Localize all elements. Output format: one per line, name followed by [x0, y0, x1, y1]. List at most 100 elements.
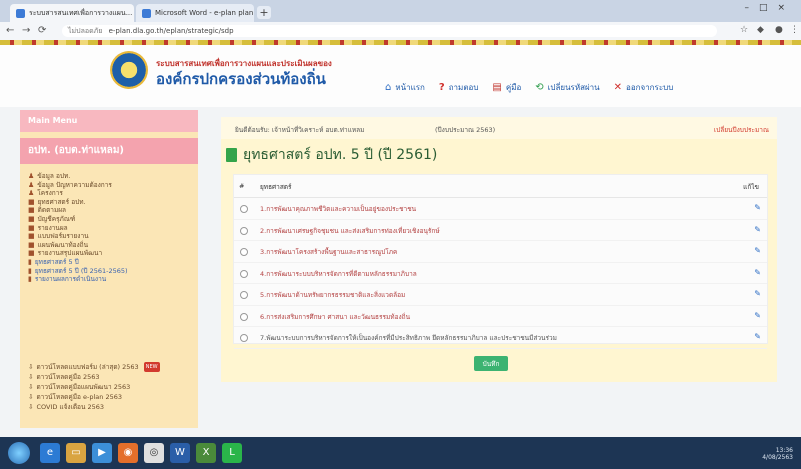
tab-favicon-icon: [16, 8, 25, 18]
account-icon[interactable]: ●: [775, 25, 783, 35]
nav-logout[interactable]: ✕ ออกจากระบบ: [614, 81, 674, 94]
report-icon: ■: [28, 214, 35, 223]
change-year-link[interactable]: เปลี่ยนปีงบประมาณ: [714, 125, 769, 135]
system-tray[interactable]: 13:36 4/08/2563: [762, 447, 793, 461]
row-radio[interactable]: [240, 269, 248, 278]
help-icon: ?: [438, 82, 445, 93]
start-button[interactable]: [8, 442, 30, 464]
report-icon: ■: [28, 249, 35, 258]
edit-icon[interactable]: ✎: [754, 268, 761, 277]
nav-manual-label: คู่มือ: [505, 83, 522, 92]
clock-time: 13:36: [775, 447, 793, 454]
strategy-link[interactable]: 3.การพัฒนาโครงสร้างพื้นฐานและสาธารณูปโภค: [260, 247, 397, 257]
download-item[interactable]: ⇩ ดาวน์โหลดคู่มือแผนพัฒนา 2563: [28, 382, 160, 392]
nav-faq-label: ถามตอบ: [448, 83, 479, 92]
dla-logo: [110, 51, 148, 89]
sidebar-item-label: ข้อมูล อปท.: [37, 172, 71, 180]
ie-icon[interactable]: e: [40, 443, 60, 463]
sidebar-item[interactable]: ■ แผนพัฒนาท้องถิ่น: [28, 241, 128, 250]
page-title-text: ยุทธศาสตร์ อปท. 5 ปี (ปี 2561): [243, 147, 438, 163]
sidebar-item[interactable]: ♟ โครงการ: [28, 189, 128, 198]
download-item[interactable]: ⇩ COVID แจ้งเตือน 2563: [28, 402, 160, 412]
download-item[interactable]: ⇩ ดาวน์โหลดแบบฟอร์ม (ล่าสุด) 2563 NEW: [28, 362, 160, 372]
sidebar-item[interactable]: ■ รายงานสรุปแผนพัฒนา: [28, 249, 128, 258]
report-icon: ■: [28, 223, 35, 232]
line-icon[interactable]: L: [222, 443, 242, 463]
sidebar-item-label: โครงการ: [37, 189, 63, 198]
edit-icon[interactable]: ✎: [754, 203, 761, 212]
sidebar-item[interactable]: ▮ รายงานผลการดำเนินงาน: [28, 275, 128, 284]
sidebar-item-label: ยุทธศาสตร์ 5 ปี (ปี 2561-2565): [34, 266, 128, 275]
sidebar-item[interactable]: ■ แบบฟอร์มรายงาน: [28, 232, 128, 241]
table-row: 4.การพัฒนาระบบบริหารจัดการที่ดีตามหลักธร…: [234, 263, 767, 284]
table-row: 7.พัฒนาระบบการบริหารจัดการให้เป็นองค์กรท…: [234, 327, 767, 349]
sidebar-item[interactable]: ♟ ข้อมูล อปท.: [28, 172, 128, 181]
row-radio[interactable]: [240, 291, 248, 299]
reload-icon[interactable]: ⟳: [38, 25, 46, 36]
chrome-icon[interactable]: ◎: [144, 443, 164, 463]
close-icon: ✕: [613, 82, 623, 93]
sidebar-item-label: ข้อมูล ปัญหาความต้องการ: [37, 180, 112, 189]
edit-icon[interactable]: ✎: [754, 246, 761, 255]
row-radio[interactable]: [240, 226, 248, 235]
excel-icon[interactable]: X: [196, 443, 216, 463]
url-text: e-plan.dla.go.th/eplan/strategic/sdp: [108, 27, 234, 35]
row-radio[interactable]: [240, 205, 248, 213]
table-row: 5.การพัฒนาด้านทรัพยากรธรรมชาติและสิ่งแวด…: [234, 284, 767, 306]
folder-icon[interactable]: ▭: [66, 443, 86, 463]
forward-icon[interactable]: →: [22, 25, 30, 36]
strategy-link[interactable]: 6.การส่งเสริมการศึกษา ศาสนา และวัฒนธรรมท…: [260, 312, 410, 322]
sidebar-item-label: ติดตามผล: [37, 206, 67, 215]
nav-change-password[interactable]: ⟲ เปลี่ยนรหัสผ่าน: [535, 81, 599, 94]
nav-faq[interactable]: ? ถามตอบ: [439, 81, 479, 94]
save-button[interactable]: บันทึก: [474, 356, 508, 371]
report-icon: ■: [28, 232, 35, 241]
extension-icon[interactable]: ◆: [757, 25, 764, 35]
close-tab-icon[interactable]: ×: [132, 9, 134, 18]
sidebar-item[interactable]: ▮ ยุทธศาสตร์ 5 ปี: [28, 258, 128, 267]
address-bar-row: ← → ⟳ ไม่ปลอดภัย e-plan.dla.go.th/eplan/…: [0, 22, 801, 41]
new-badge: NEW: [143, 362, 160, 372]
table-row: 6.การส่งเสริมการศึกษา ศาสนา และวัฒนธรรมท…: [234, 306, 767, 327]
word-icon[interactable]: W: [170, 443, 190, 463]
sidebar-item[interactable]: ■ ยุทธศาสตร์ อปท.: [28, 198, 128, 207]
table-header: # ยุทธศาสตร์ แก้ไข: [234, 175, 767, 198]
page-title: ยุทธศาสตร์ อปท. 5 ปี (ปี 2561): [226, 144, 437, 166]
sidebar-item[interactable]: ■ รายงานผล: [28, 224, 128, 233]
strategy-link[interactable]: 1.การพัฒนาคุณภาพชีวิตและความเป็นอยู่ของป…: [260, 204, 416, 214]
row-radio[interactable]: [240, 334, 248, 342]
browser-tab-eplan[interactable]: ระบบสารสนเทศเพื่อการวางแผน... ×: [10, 4, 134, 22]
strategy-link[interactable]: 4.การพัฒนาระบบบริหารจัดการที่ดีตามหลักธร…: [260, 269, 417, 279]
edit-icon[interactable]: ✎: [754, 225, 761, 234]
nav-home-label: หน้าแรก: [395, 83, 425, 92]
edit-icon[interactable]: ✎: [754, 311, 761, 320]
strategy-link[interactable]: 2.การพัฒนาเศรษฐกิจชุมชน และส่งเสริมการท่…: [260, 226, 440, 236]
row-radio[interactable]: [240, 248, 248, 256]
browser-tab-word[interactable]: Microsoft Word - e-plan plan.m... ×: [136, 4, 254, 22]
sidebar-item[interactable]: ■ ติดตามผล: [28, 206, 128, 215]
sidebar-item[interactable]: ▮ ยุทธศาสตร์ 5 ปี (ปี 2561-2565): [28, 267, 128, 276]
nav-manual[interactable]: ▤ คู่มือ: [492, 81, 521, 94]
row-radio[interactable]: [240, 312, 248, 321]
strategy-link[interactable]: 5.การพัฒนาด้านทรัพยากรธรรมชาติและสิ่งแวด…: [260, 290, 405, 300]
sidebar-item[interactable]: ♟ ข้อมูล ปัญหาความต้องการ: [28, 181, 128, 190]
window-controls[interactable]: –□×: [744, 3, 795, 13]
clock-date: 4/08/2563: [762, 454, 793, 461]
menu-icon[interactable]: ⋮: [790, 25, 799, 35]
nav-home[interactable]: ⌂ หน้าแรก: [385, 81, 425, 94]
edit-icon[interactable]: ✎: [754, 332, 761, 341]
download-item[interactable]: ⇩ ดาวน์โหลดคู่มือ e-plan 2563: [28, 392, 160, 402]
strategy-link[interactable]: 7.พัฒนาระบบการบริหารจัดการให้เป็นองค์กรท…: [260, 333, 557, 343]
star-icon[interactable]: ☆: [740, 25, 748, 35]
sidebar-item-label: ยุทธศาสตร์ อปท.: [37, 197, 86, 206]
edit-icon[interactable]: ✎: [754, 289, 761, 298]
new-tab-button[interactable]: +: [257, 6, 271, 19]
download-item[interactable]: ⇩ ดาวน์โหลดคู่มือ 2563: [28, 372, 160, 382]
app-icon[interactable]: ◉: [118, 443, 138, 463]
media-icon[interactable]: ▶: [92, 443, 112, 463]
col-no: #: [239, 182, 245, 190]
url-input[interactable]: ไม่ปลอดภัย e-plan.dla.go.th/eplan/strate…: [62, 25, 717, 37]
back-icon[interactable]: ←: [6, 25, 14, 36]
sidebar-item[interactable]: ■ บัญชีครุภัณฑ์: [28, 215, 128, 224]
info-row: ยินดีต้อนรับ: เจ้าหน้าที่วิเคราะห์ อบต.ท…: [221, 117, 777, 139]
